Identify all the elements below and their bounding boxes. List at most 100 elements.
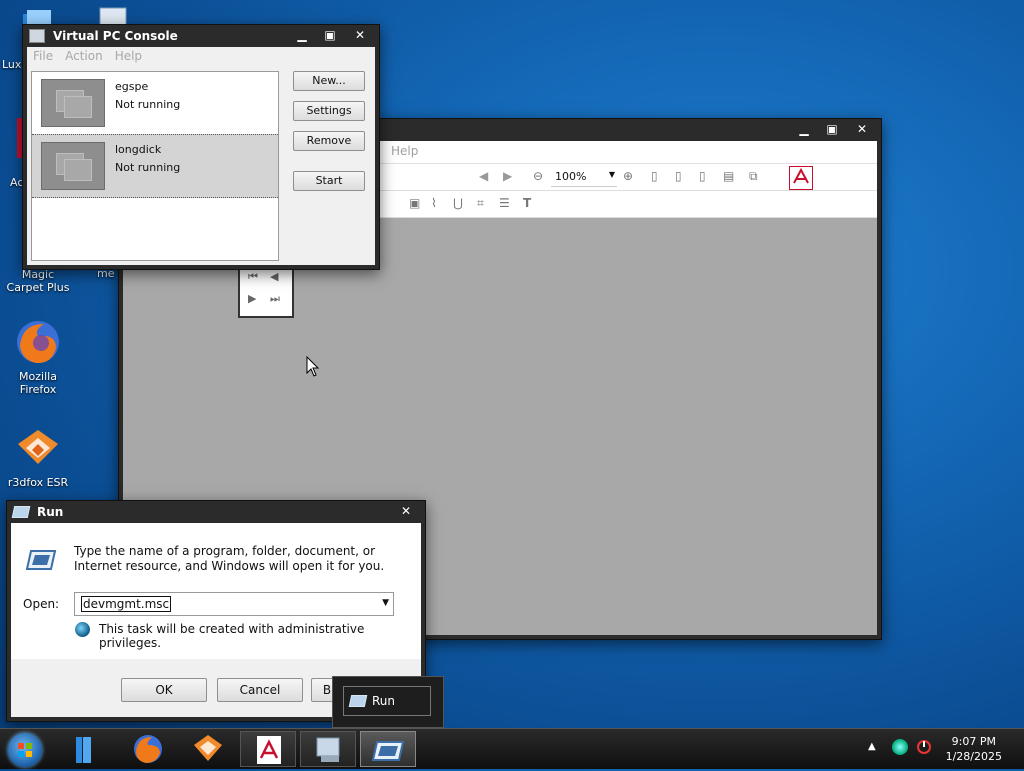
- start-button[interactable]: [8, 733, 42, 767]
- text-tool-icon[interactable]: T: [523, 196, 539, 212]
- network-icon[interactable]: [892, 739, 908, 755]
- run-description: Type the name of a program, folder, docu…: [74, 544, 385, 573]
- admin-privileges-note: This task will be created with administr…: [99, 622, 365, 650]
- new-vm-button[interactable]: New...: [293, 71, 365, 91]
- desktop-icon-label: r3dfox ESR: [7, 476, 69, 489]
- desktop-icon-r3dfox[interactable]: r3dfox ESR: [2, 424, 74, 489]
- ok-button[interactable]: OK: [121, 678, 207, 702]
- libraries-icon: [76, 737, 91, 763]
- text-select-icon[interactable]: ⋃: [453, 196, 469, 212]
- desktop-icon-label-partial: Lux: [2, 58, 22, 71]
- open-combobox[interactable]: devmgmt.msc ▼: [74, 592, 394, 616]
- previous-page-icon[interactable]: ◀: [270, 270, 278, 283]
- chevron-down-icon: ▼: [608, 170, 615, 179]
- firefox-icon: [14, 318, 62, 366]
- run-icon: [371, 741, 405, 761]
- virtual-pc-console-window[interactable]: Virtual PC Console ▁ ▣ ✕ File Action Hel…: [22, 24, 380, 270]
- tooltip-label: Run: [372, 694, 396, 708]
- fit-page-icon[interactable]: ▤: [723, 169, 739, 185]
- vpc-menubar: File Action Help: [27, 47, 375, 65]
- show-hidden-icons-icon[interactable]: ▲: [868, 741, 876, 752]
- remove-button[interactable]: Remove: [293, 131, 365, 151]
- vpc-window-icon: [29, 29, 45, 43]
- acrobat-icon: [257, 736, 281, 764]
- open-input[interactable]: devmgmt.msc: [81, 596, 172, 612]
- clock-time: 9:07 PM: [951, 735, 996, 748]
- run-window-icon: [348, 695, 368, 707]
- vm-list-item[interactable]: egspe Not running: [32, 72, 278, 134]
- settings-button[interactable]: Settings: [293, 101, 365, 121]
- r3dfox-icon: [194, 735, 222, 761]
- last-page-icon[interactable]: ⏭: [270, 292, 280, 306]
- close-button[interactable]: ✕: [849, 121, 875, 137]
- virtual-pc-icon: [316, 737, 340, 762]
- mouse-cursor-icon: [306, 355, 320, 378]
- vm-status: Not running: [115, 161, 181, 174]
- desktop-icon-label: Magic Carpet Plus: [6, 268, 70, 294]
- menu-file[interactable]: File: [33, 49, 53, 63]
- maximize-button[interactable]: ▣: [819, 121, 845, 137]
- start-button[interactable]: Start: [293, 171, 365, 191]
- facing-pages-icon[interactable]: ▯: [699, 169, 715, 185]
- continuous-page-icon[interactable]: ▯: [675, 169, 691, 185]
- vm-list-item-selected[interactable]: longdick Not running: [32, 134, 278, 198]
- taskbar-firefox[interactable]: [120, 731, 176, 767]
- taskbar-libraries[interactable]: [58, 731, 114, 767]
- chevron-down-icon[interactable]: ▼: [382, 598, 389, 608]
- run-window-icon: [11, 506, 31, 518]
- desktop: Lux Ac me Magic Carpet Plus Mozilla Fire: [0, 0, 1024, 769]
- desktop-icon-firefox[interactable]: Mozilla Firefox: [2, 318, 74, 396]
- maximize-button[interactable]: ▣: [317, 27, 343, 43]
- desktop-icon-label: Mozilla Firefox: [19, 370, 57, 396]
- menu-action[interactable]: Action: [65, 49, 103, 63]
- zoom-out-icon[interactable]: ⊖: [533, 169, 549, 185]
- crop-icon[interactable]: ⌗: [477, 196, 493, 212]
- taskbar-thumbnail-tooltip[interactable]: Run: [332, 676, 444, 728]
- minimize-button[interactable]: ▁: [791, 121, 817, 137]
- zoom-value: 100%: [555, 170, 587, 183]
- firefox-icon: [134, 735, 162, 763]
- taskbar-acrobat[interactable]: [240, 731, 296, 767]
- page-navigation-panel: ⏮ ◀ ▶ ⏭: [238, 266, 294, 318]
- next-page-icon[interactable]: ▶: [248, 292, 256, 305]
- vm-name: longdick: [115, 143, 162, 156]
- zoom-in-icon[interactable]: ⊕: [623, 169, 639, 185]
- clock-date: 1/28/2025: [945, 750, 1002, 763]
- run-titlebar[interactable]: Run ✕: [7, 501, 425, 523]
- vpc-titlebar[interactable]: Virtual PC Console ▁ ▣ ✕: [23, 25, 379, 47]
- volume-icon[interactable]: [916, 739, 932, 755]
- close-button[interactable]: ✕: [347, 27, 373, 43]
- open-label: Open:: [23, 597, 60, 611]
- menu-help[interactable]: Help: [391, 144, 418, 158]
- vm-list[interactable]: egspe Not running longdick Not running: [31, 71, 279, 261]
- taskbar-r3dfox[interactable]: [180, 731, 236, 767]
- taskbar-run[interactable]: [360, 731, 416, 767]
- save-icon[interactable]: ▣: [409, 196, 425, 212]
- cancel-button[interactable]: Cancel: [217, 678, 303, 702]
- run-content: Type the name of a program, folder, docu…: [11, 523, 421, 659]
- acrobat-logo-icon[interactable]: [789, 166, 813, 190]
- attach-icon[interactable]: ⌇: [431, 196, 447, 212]
- system-clock[interactable]: 9:07 PM 1/28/2025: [946, 734, 1002, 764]
- tooltip-item[interactable]: Run: [343, 686, 431, 716]
- vm-thumbnail-icon: [41, 79, 105, 127]
- windows-logo-icon: [18, 743, 32, 757]
- minimize-button[interactable]: ▁: [289, 27, 315, 43]
- taskbar-virtual-pc[interactable]: [300, 731, 356, 767]
- uac-shield-icon: [75, 622, 90, 637]
- edit-icon[interactable]: ☰: [499, 196, 515, 212]
- first-page-icon[interactable]: ⏮: [248, 270, 258, 284]
- r3dfox-icon: [14, 424, 62, 472]
- previous-page-icon[interactable]: ◀: [479, 169, 495, 185]
- zoom-select[interactable]: 100% ▼: [551, 168, 617, 187]
- run-program-icon: [25, 549, 57, 570]
- window-title: Virtual PC Console: [53, 29, 178, 43]
- taskbar: ▲ 9:07 PM 1/28/2025: [0, 728, 1024, 769]
- single-page-icon[interactable]: ▯: [651, 169, 667, 185]
- menu-help[interactable]: Help: [115, 49, 142, 63]
- rotate-icon[interactable]: ⧉: [749, 169, 765, 185]
- close-button[interactable]: ✕: [393, 503, 419, 519]
- vm-thumbnail-icon: [41, 142, 105, 190]
- next-page-icon[interactable]: ▶: [503, 169, 519, 185]
- vpc-client-area: File Action Help egspe Not running longd…: [27, 47, 375, 265]
